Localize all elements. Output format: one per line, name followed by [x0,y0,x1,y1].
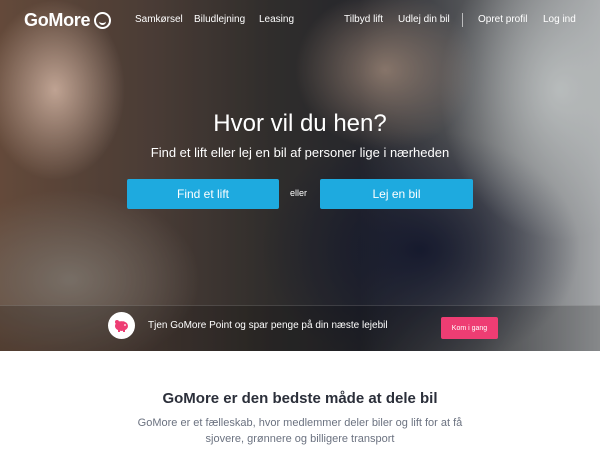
piggy-bank-icon [108,312,135,339]
smiley-icon [94,12,112,29]
nav-link-tilbyd-lift[interactable]: Tilbyd lift [344,14,383,25]
nav-link-leasing[interactable]: Leasing [259,14,294,25]
rent-car-button[interactable]: Lej en bil [320,179,473,209]
section-title: GoMore er den bedste måde at dele bil [162,390,438,407]
nav-divider [462,13,463,27]
nav-link-log-ind[interactable]: Log ind [543,14,576,25]
nav-link-samkorsel[interactable]: Samkørsel [135,14,183,25]
nav-link-biludlejning[interactable]: Biludlejning [194,14,245,25]
find-lift-button[interactable]: Find et lift [127,179,279,209]
section-text-line-1: GoMore er et fælleskab, hvor medlemmer d… [137,417,463,429]
or-label: eller [290,188,308,198]
promo-text: Tjen GoMore Point og spar penge på din n… [148,320,388,331]
section-text-line-2: sjovere, grønnere og billigere transport [205,433,395,445]
hero-subtitle: Find et lift eller lej en bil af persone… [150,145,450,160]
nav-link-udlej-din-bil[interactable]: Udlej din bil [398,14,450,25]
logo-text: GoMore [24,10,91,30]
intro-section: GoMore er den bedste måde at dele bil Go… [0,351,600,450]
logo[interactable]: GoMore [24,10,112,31]
top-nav: GoMore Samkørsel Biludlejning Leasing Ti… [0,0,600,40]
hero-title: Hvor vil du hen? [213,110,387,137]
get-started-button[interactable]: Kom i gang [441,317,498,339]
hero: GoMore Samkørsel Biludlejning Leasing Ti… [0,0,600,351]
nav-link-opret-profil[interactable]: Opret profil [478,14,527,25]
